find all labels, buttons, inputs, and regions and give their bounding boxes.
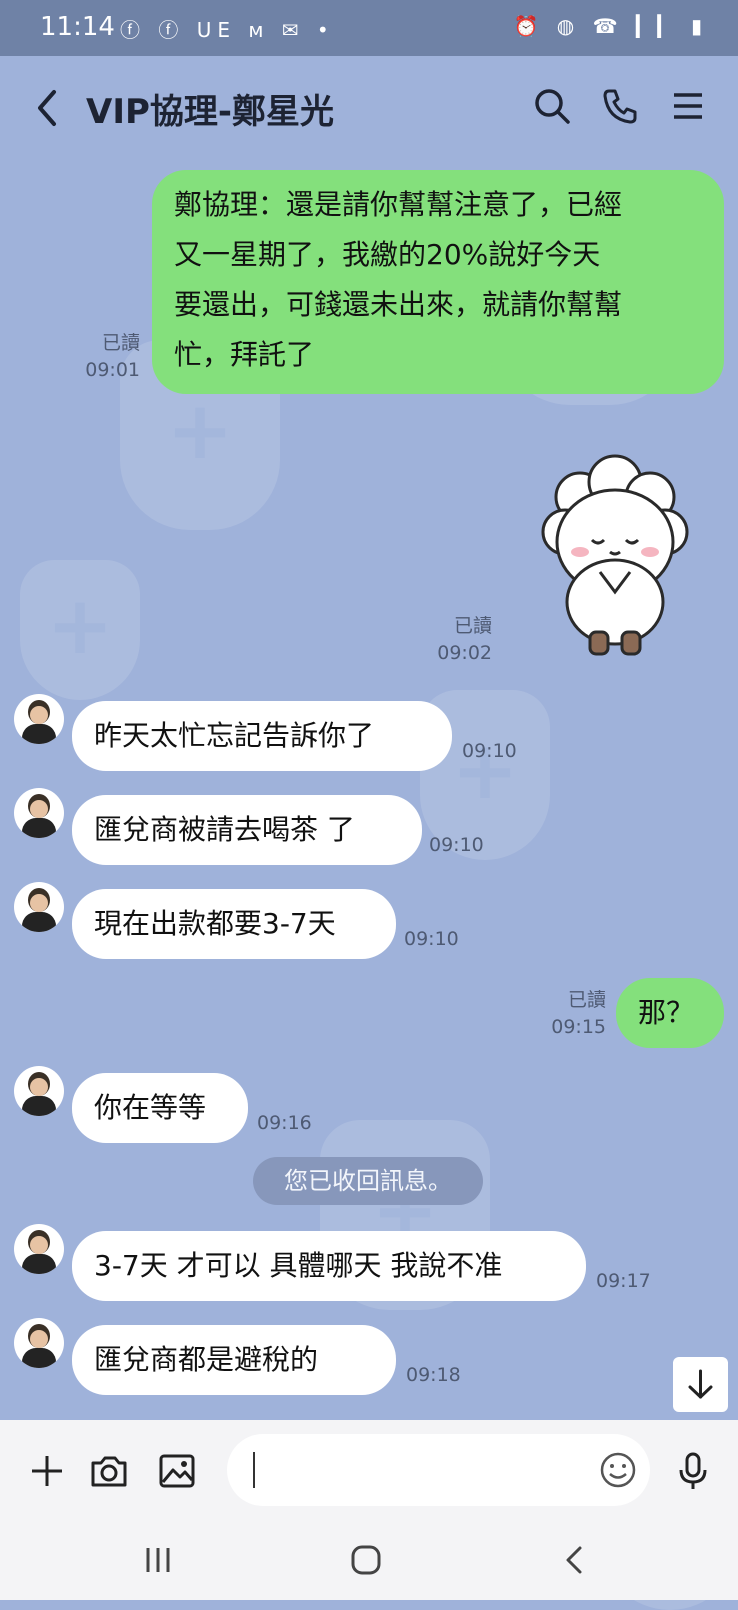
- sheep-sticker[interactable]: [540, 452, 690, 662]
- message-time: 09:15: [551, 1016, 606, 1038]
- chat-header: VIP協理-鄭星光: [0, 56, 738, 160]
- message-composer: [0, 1420, 738, 1520]
- system-status-icons: ⏰ ◍ ☎ ▎▎ ▮: [513, 14, 708, 38]
- message-time: 09:16: [257, 1112, 312, 1134]
- message-meta: 已讀 09:15: [526, 987, 606, 1041]
- phone-icon[interactable]: [600, 86, 640, 126]
- menu-icon[interactable]: [668, 86, 708, 126]
- message-text: 昨天太忙忘記告訴你了: [94, 719, 375, 752]
- status-time: 11:14: [40, 12, 115, 42]
- avatar[interactable]: [14, 1066, 64, 1116]
- message-time: 09:18: [406, 1364, 461, 1386]
- message-line: 忙，拜託了: [174, 338, 315, 371]
- incoming-message[interactable]: 匯兌商被請去喝茶 了: [72, 795, 422, 865]
- message-text: 你在等等: [94, 1091, 207, 1124]
- message-text: 現在出款都要3-7天: [94, 907, 336, 940]
- image-icon[interactable]: [156, 1450, 198, 1492]
- message-time: 09:10: [429, 834, 484, 856]
- status-bar: 11:14 ⓕ ⓕ UE ᴍ ✉ • ⏰ ◍ ☎ ▎▎ ▮: [0, 0, 738, 56]
- avatar[interactable]: [14, 882, 64, 932]
- notification-icons: ⓕ ⓕ UE ᴍ ✉ •: [120, 18, 335, 42]
- message-time: 09:01: [85, 359, 140, 381]
- avatar[interactable]: [14, 1318, 64, 1368]
- read-receipt: 已讀: [101, 332, 140, 354]
- message-line: 又一星期了，我繳的20%說好今天: [174, 238, 601, 271]
- message-time: 09:10: [462, 740, 517, 762]
- message-input[interactable]: [227, 1434, 650, 1506]
- incoming-message[interactable]: 昨天太忙忘記告訴你了: [72, 701, 452, 771]
- message-time: 09:10: [404, 928, 459, 950]
- chat-title: VIP協理-鄭星光: [86, 92, 334, 132]
- watermark-shape: [20, 560, 140, 700]
- outgoing-message[interactable]: 鄭協理：還是請你幫幫注意了，已經 又一星期了，我繳的20%說好今天 要還出，可錢…: [152, 170, 724, 394]
- message-time: 09:02: [437, 642, 492, 664]
- incoming-message[interactable]: 你在等等: [72, 1073, 248, 1143]
- message-text: 匯兌商被請去喝茶 了: [94, 813, 355, 846]
- system-notice: 您已收回訊息。: [253, 1157, 483, 1205]
- incoming-message[interactable]: 匯兌商都是避稅的: [72, 1325, 396, 1395]
- read-receipt: 已讀: [567, 989, 606, 1011]
- back-nav-icon[interactable]: [544, 1540, 604, 1580]
- search-icon[interactable]: [532, 86, 572, 126]
- avatar[interactable]: [14, 694, 64, 744]
- message-meta: 已讀 09:02: [412, 613, 492, 667]
- system-nav-bar: [0, 1520, 738, 1600]
- emoji-icon[interactable]: [597, 1449, 639, 1491]
- message-text: 匯兌商都是避稅的: [94, 1343, 319, 1376]
- message-text: 那？: [638, 996, 695, 1029]
- avatar[interactable]: [14, 788, 64, 838]
- text-caret: [253, 1452, 255, 1488]
- message-line: 要還出，可錢還未出來，就請你幫幫: [174, 288, 623, 321]
- message-line: 鄭協理：還是請你幫幫注意了，已經: [174, 188, 623, 221]
- avatar[interactable]: [14, 1224, 64, 1274]
- read-receipt: 已讀: [453, 615, 492, 637]
- message-meta: 已讀 09:01: [60, 330, 140, 384]
- mic-icon[interactable]: [672, 1450, 714, 1492]
- outgoing-message[interactable]: 那？: [616, 978, 724, 1048]
- message-time: 09:17: [596, 1270, 651, 1292]
- incoming-message[interactable]: 3-7天 才可以 具體哪天 我說不准: [72, 1231, 586, 1301]
- camera-icon[interactable]: [88, 1450, 130, 1492]
- back-icon[interactable]: [30, 84, 64, 132]
- recent-apps-icon[interactable]: [128, 1540, 188, 1580]
- incoming-message[interactable]: 現在出款都要3-7天: [72, 889, 396, 959]
- home-icon[interactable]: [336, 1540, 396, 1580]
- message-text: 3-7天 才可以 具體哪天 我說不准: [94, 1249, 503, 1282]
- scroll-down-button[interactable]: [673, 1357, 728, 1412]
- plus-icon[interactable]: [26, 1450, 68, 1492]
